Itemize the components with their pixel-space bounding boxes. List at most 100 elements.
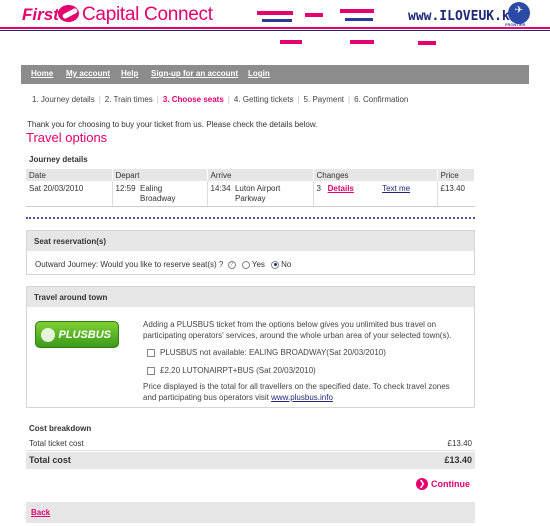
col-changes: Changes xyxy=(313,169,438,181)
header-decoration xyxy=(280,40,302,44)
arrive-station-line2: Parkway xyxy=(234,194,266,203)
step-confirmation: 6. Confirmation xyxy=(354,95,409,104)
plusbus-description-line1: Adding a PLUSBUS ticket from the options… xyxy=(143,320,437,329)
plusbus-logo: PLUSBUS xyxy=(35,321,119,348)
header-decoration xyxy=(418,41,436,45)
plusbus-note: Price displayed is the total for all tra… xyxy=(143,381,463,403)
header-decoration xyxy=(340,9,374,13)
details-link[interactable]: Details xyxy=(328,184,354,193)
depart-time: 12:59 xyxy=(115,184,136,193)
journey-price: £13.40 xyxy=(437,181,475,207)
frontier-badge-label: FRONTIER xyxy=(505,22,526,27)
cost-breakdown-heading: Cost breakdown xyxy=(29,424,92,433)
journey-details-heading: Journey details xyxy=(29,155,88,164)
plusbus-description: Adding a PLUSBUS ticket from the options… xyxy=(143,319,463,341)
depart-station: Ealing Broadway xyxy=(140,184,176,204)
arrive-time: 14:34 xyxy=(210,184,231,193)
journey-date: Sat 20/03/2010 xyxy=(26,181,113,207)
header-decoration xyxy=(345,18,373,21)
nav-login[interactable]: Login xyxy=(248,69,270,78)
logo-first-text: First xyxy=(22,5,59,24)
site-header: First Capital Connect www.ILOVEUK.kr ✈ F… xyxy=(0,0,550,46)
header-decoration xyxy=(262,19,292,22)
travel-around-town-heading: Travel around town xyxy=(27,287,474,307)
plusbus-note-line1: Price displayed is the total for all tra… xyxy=(143,382,450,391)
table-row: Sat 20/03/2010 12:59 Ealing Broadway 14:3… xyxy=(26,181,475,207)
journey-table-header: Date Depart Arrive Changes Price xyxy=(26,169,475,181)
step-separator: | xyxy=(98,95,101,104)
seat-yes-label: Yes xyxy=(251,260,265,269)
main-nav: Home My account Help Sign-up for an acco… xyxy=(21,65,529,84)
col-price: Price xyxy=(437,169,475,181)
seat-yes-radio[interactable] xyxy=(241,260,250,269)
step-separator: | xyxy=(156,95,159,104)
progress-steps: 1. Journey details | 2. Train times | 3. Cho… xyxy=(32,95,408,104)
total-cost-value: £13.40 xyxy=(444,455,472,465)
continue-arrow-icon: ❯ xyxy=(416,478,428,490)
back-link[interactable]: Back xyxy=(31,508,50,517)
header-decoration xyxy=(350,40,374,44)
seat-question: Outward Journey: Would you like to reser… xyxy=(35,260,224,269)
nav-home[interactable]: Home xyxy=(31,69,53,78)
arrive-station-line1: Luton Airport xyxy=(234,184,281,193)
header-decoration xyxy=(305,13,323,17)
step-getting-tickets: 4. Getting tickets xyxy=(233,95,294,104)
ticket-cost-label: Total ticket cost xyxy=(29,439,84,448)
continue-button[interactable]: ❯ Continue xyxy=(416,478,470,492)
seat-reservation-panel: Seat reservation(s) Outward Journey: Wou… xyxy=(26,230,475,275)
journey-table: Date Depart Arrive Changes Price Sat 20/… xyxy=(26,169,475,207)
page-title: Travel options xyxy=(26,130,108,145)
plusbus-option-1: PLUSBUS not available: EALING BROADWAY(S… xyxy=(147,347,467,358)
seat-question-row: Outward Journey: Would you like to reser… xyxy=(35,260,291,269)
plusbus-note-line2: and participating bus operators visit xyxy=(143,393,269,402)
journey-arrive: 14:34 Luton Airport Parkway xyxy=(207,181,314,207)
total-cost-label: Total cost xyxy=(29,455,71,465)
step-train-times: 2. Train times xyxy=(104,95,153,104)
seat-reservation-heading: Seat reservation(s) xyxy=(27,231,474,251)
header-stripe xyxy=(0,27,550,29)
plusbus-option-1-label: PLUSBUS not available: EALING BROADWAY(S… xyxy=(160,348,386,357)
header-stripe-navy xyxy=(0,30,550,31)
nav-help[interactable]: Help xyxy=(121,69,138,78)
dotted-divider xyxy=(26,217,475,219)
step-payment: 5. Payment xyxy=(303,95,345,104)
logo-brand-name: Capital Connect xyxy=(82,4,213,25)
col-date: Date xyxy=(26,169,113,181)
col-arrive: Arrive xyxy=(207,169,314,181)
continue-label: Continue xyxy=(431,479,470,489)
arrive-station: Luton Airport Parkway xyxy=(235,184,280,204)
logo-swoosh-icon xyxy=(58,5,79,22)
ticket-cost-value: £13.40 xyxy=(447,439,472,448)
step-choose-seats: 3. Choose seats xyxy=(162,95,224,104)
plusbus-description-line2: participating operators' services, aroun… xyxy=(143,331,452,340)
col-depart: Depart xyxy=(112,169,208,181)
back-bar: Back xyxy=(26,502,475,523)
watermark-text: www.ILOVEUK.kr xyxy=(408,9,518,24)
depart-station-line2: Broadway xyxy=(139,194,176,203)
help-icon[interactable]: ? xyxy=(227,260,236,269)
nav-my-account[interactable]: My account xyxy=(66,69,110,78)
travel-around-town-panel: Travel around town PLUSBUS Adding a PLUS… xyxy=(26,286,475,408)
frontier-badge-icon: ✈ xyxy=(508,2,530,24)
header-decoration xyxy=(257,11,293,15)
depart-station-line1: Ealing xyxy=(139,184,163,193)
step-separator: | xyxy=(297,95,300,104)
plusbus-option-1-checkbox[interactable] xyxy=(147,348,155,357)
step-separator: | xyxy=(348,95,351,104)
plusbus-option-2-checkbox[interactable] xyxy=(147,366,155,375)
intro-text: Thank you for choosing to buy your ticke… xyxy=(27,120,318,129)
nav-signup[interactable]: Sign-up for an account xyxy=(151,69,238,78)
plusbus-option-2-label: £2.20 LUTONAIRPT+BUS (Sat 20/03/2010) xyxy=(160,366,316,375)
changes-count: 3 xyxy=(316,184,321,193)
seat-no-radio[interactable] xyxy=(271,260,280,269)
text-me-link[interactable]: Text me xyxy=(382,184,410,193)
seat-no-label: No xyxy=(281,260,292,269)
total-cost-row: Total cost £13.40 xyxy=(26,452,475,469)
plusbus-option-2: £2.20 LUTONAIRPT+BUS (Sat 20/03/2010) xyxy=(147,365,467,376)
step-separator: | xyxy=(227,95,230,104)
plusbus-link[interactable]: www.plusbus.info xyxy=(271,393,333,402)
journey-changes: 3 Details Text me xyxy=(313,181,438,207)
step-journey-details: 1. Journey details xyxy=(32,95,95,104)
journey-depart: 12:59 Ealing Broadway xyxy=(112,181,208,207)
ticket-cost-row: Total ticket cost £13.40 xyxy=(26,436,475,451)
